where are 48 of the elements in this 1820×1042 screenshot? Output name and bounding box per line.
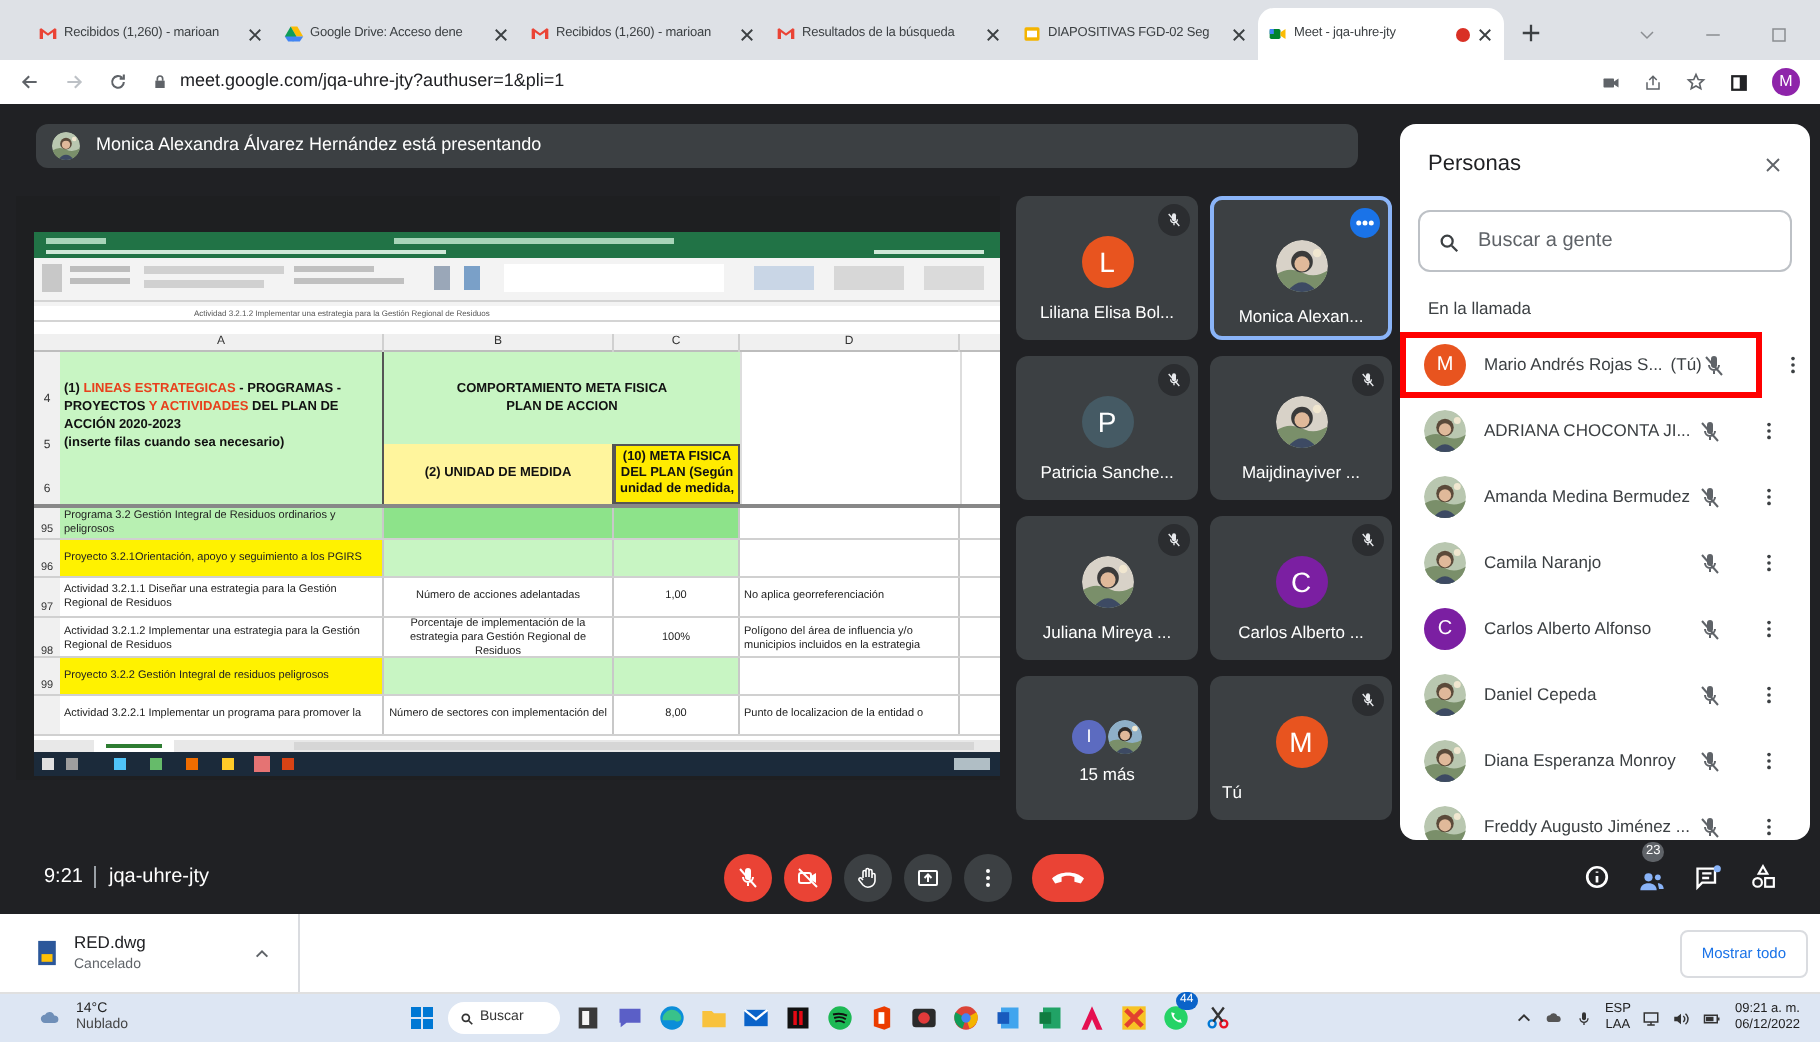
avatar: P (1081, 396, 1133, 448)
participant-name: Amanda Medina Bermudez (1484, 484, 1691, 510)
panel-title: Personas (1428, 150, 1521, 180)
participant-name: Freddy Augusto Jiménez ... (1484, 814, 1690, 840)
participant-tile[interactable]: Monica Alexan... (1210, 196, 1392, 340)
participant-row[interactable]: ADRIANA CHOCONTA JI... (1400, 398, 1810, 464)
participant-name: Camila Naranjo (1484, 550, 1602, 576)
participant-row[interactable]: Camila Naranjo (1400, 530, 1810, 596)
participant-name: Diana Esperanza Monroy (1484, 748, 1676, 774)
search-field[interactable]: Buscar a gente (1418, 209, 1792, 273)
avatar: L (1081, 236, 1133, 288)
participant-name: ADRIANA CHOCONTA JI... (1484, 418, 1691, 444)
participant-name: Carlos Alberto ... (1238, 620, 1364, 646)
participant-tile[interactable]: C Carlos Alberto ... (1210, 516, 1392, 660)
participant-tile[interactable]: M Tú (1210, 676, 1392, 820)
avatar: M (1424, 344, 1466, 386)
participant-name: Patricia Sanche... (1040, 460, 1174, 486)
presenting-text: Monica Alexandra Álvarez Hernández está presentando (96, 132, 542, 159)
participant-row[interactable]: Diana Esperanza Monroy (1400, 728, 1810, 794)
participant-name: Tú (1222, 780, 1242, 806)
participant-tile[interactable]: L Liliana Elisa Bol... (1016, 196, 1198, 340)
section-label: En la llamada (1426, 296, 1534, 322)
participant-name: Carlos Alberto Alfonso (1484, 616, 1652, 642)
participant-row[interactable]: C Carlos Alberto Alfonso (1400, 596, 1810, 662)
participant-name: Juliana Mireya ... (1042, 620, 1172, 646)
participant-row[interactable]: Daniel Cepeda (1400, 662, 1810, 728)
participant-name: Maijdinayiver ... (1241, 460, 1361, 486)
meeting-time: 9:21 (44, 864, 83, 892)
meeting-code: jqa-uhre-jty (108, 864, 209, 892)
participant-tile[interactable]: Maijdinayiver ... (1210, 356, 1392, 500)
you-label: (Tú) (1670, 352, 1702, 378)
participant-tile[interactable]: P Patricia Sanche... (1016, 356, 1198, 500)
avatar: C (1424, 608, 1466, 650)
file-name: RED.dwg (74, 929, 146, 956)
overflow-count[interactable]: 15 más (1079, 762, 1135, 788)
participant-row[interactable]: Freddy Augusto Jiménez ... (1400, 794, 1810, 840)
participant-name: Monica Alexan... (1238, 304, 1364, 330)
avatar: M (1275, 716, 1327, 768)
participant-name: Mario Andrés Rojas S... (1484, 352, 1663, 378)
avatar: I (1072, 720, 1106, 754)
avatar: C (1275, 556, 1327, 608)
participant-name: Daniel Cepeda (1484, 682, 1597, 708)
participant-tile[interactable]: I 15 más (1016, 676, 1198, 820)
participant-name: Liliana Elisa Bol... (1039, 300, 1175, 326)
participant-row[interactable]: Amanda Medina Bermudez (1400, 464, 1810, 530)
profile-avatar[interactable]: M (1772, 68, 1800, 96)
participant-tile[interactable]: Juliana Mireya ... (1016, 516, 1198, 660)
url-text[interactable]: meet.google.com/jqa-uhre-jty?authuser=1&pli=1 (180, 68, 565, 96)
